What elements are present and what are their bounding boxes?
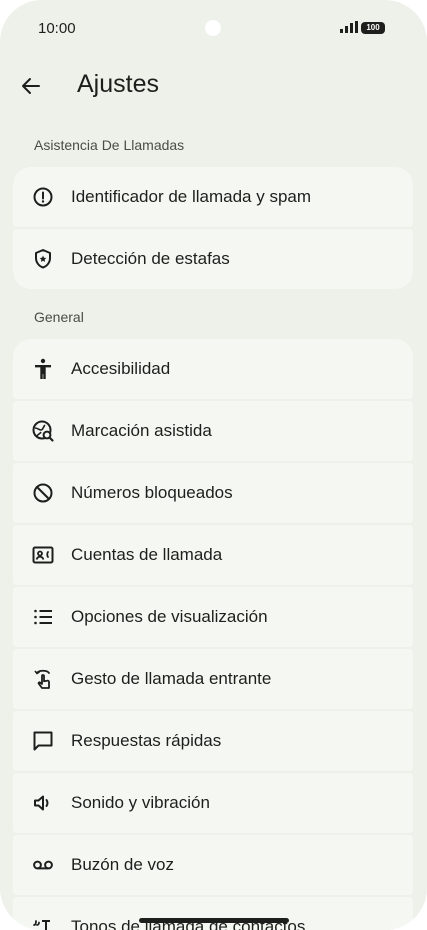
list-icon	[34, 609, 52, 625]
setting-label: Gesto de llamada entrante	[71, 669, 272, 688]
accessibility-icon	[35, 358, 51, 379]
battery-icon: 100	[361, 22, 385, 34]
camera-cutout	[205, 20, 221, 36]
message-icon	[33, 731, 53, 751]
phone-screen: 10:00 100 Ajustes Asistencia De Llamadas…	[0, 0, 427, 930]
shield-icon	[35, 249, 51, 269]
setting-label: Tonos de llamada de contactos	[71, 917, 306, 930]
setting-blocked-numbers[interactable]: Números bloqueados	[13, 463, 413, 523]
section-title-general: General	[34, 309, 84, 325]
setting-voicemail[interactable]: Buzón de voz	[13, 835, 413, 895]
setting-accessibility[interactable]: Accesibilidad	[13, 339, 413, 399]
setting-label: Marcación asistida	[71, 421, 212, 440]
page-title: Ajustes	[77, 70, 159, 98]
setting-scam-detection[interactable]: Detección de estafas	[13, 229, 413, 289]
volume-icon	[34, 795, 49, 811]
setting-assisted-dialing[interactable]: Marcación asistida	[13, 401, 413, 461]
block-icon	[33, 483, 53, 503]
setting-label: Cuentas de llamada	[71, 545, 223, 564]
setting-quick-responses[interactable]: Respuestas rápidas	[13, 711, 413, 771]
setting-label: Identificador de llamada y spam	[71, 187, 312, 206]
back-arrow-icon[interactable]	[18, 74, 44, 98]
globe-search-icon	[32, 420, 54, 442]
status-time: 10:00	[38, 20, 76, 37]
setting-incoming-call-gesture[interactable]: Gesto de llamada entrante	[13, 649, 413, 709]
setting-display-options[interactable]: Opciones de visualización	[13, 587, 413, 647]
gesture-icon	[34, 669, 50, 689]
alert-circle-icon	[33, 187, 53, 207]
setting-label: Números bloqueados	[71, 483, 233, 502]
setting-label: Sonido y vibración	[71, 793, 210, 812]
setting-label: Detección de estafas	[71, 249, 230, 268]
setting-calling-accounts[interactable]: Cuentas de llamada	[13, 525, 413, 585]
setting-contact-ringtones[interactable]: Tonos de llamada de contactos	[13, 897, 413, 930]
gesture-navigation-bar[interactable]	[139, 918, 289, 923]
top-app-bar: Ajustes	[0, 62, 427, 110]
setting-label: Accesibilidad	[71, 359, 171, 378]
signal-icon	[340, 21, 358, 33]
status-bar: 10:00 100	[0, 0, 427, 60]
setting-label: Opciones de visualización	[71, 607, 268, 626]
section-title-asistencia: Asistencia De Llamadas	[34, 137, 185, 153]
setting-caller-id-spam[interactable]: Identificador de llamada y spam	[13, 167, 413, 227]
setting-label: Buzón de voz	[71, 855, 175, 874]
setting-label: Respuestas rápidas	[71, 731, 222, 750]
account-card-icon	[32, 546, 54, 564]
setting-sound-vibration[interactable]: Sonido y vibración	[13, 773, 413, 833]
voicemail-icon	[33, 860, 53, 870]
ringtone-icon	[33, 920, 50, 930]
